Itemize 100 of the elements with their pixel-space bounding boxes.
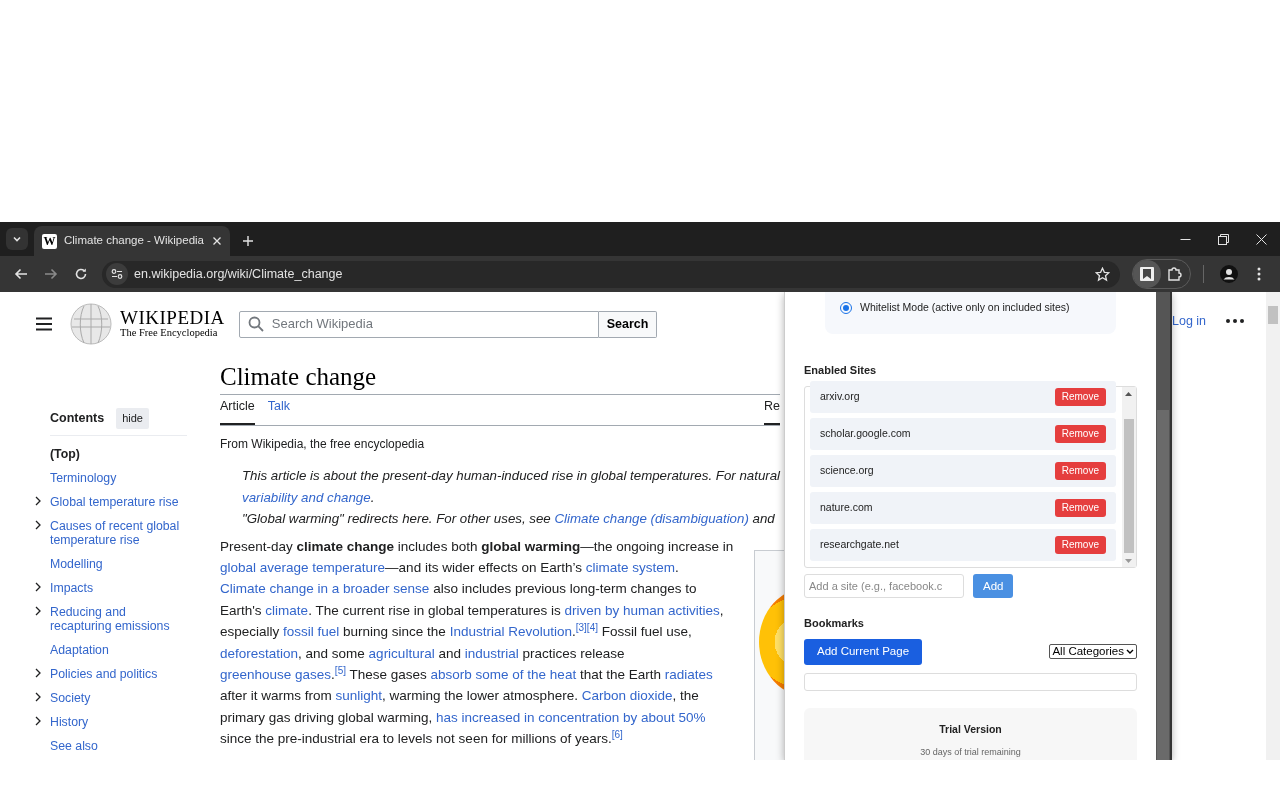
scrollbar[interactable] — [1266, 292, 1280, 760]
toc-link[interactable]: Modelling — [50, 556, 187, 571]
search-button[interactable]: Search — [598, 310, 658, 338]
text-link[interactable]: driven by human activities — [564, 602, 720, 618]
toc-link[interactable]: Impacts — [50, 580, 187, 595]
chevron-right-icon[interactable] — [35, 715, 41, 726]
remove-button[interactable]: Remove — [1054, 536, 1106, 555]
text-link[interactable]: Industrial Revolution — [449, 624, 572, 640]
bookmark-extension-icon[interactable] — [1139, 266, 1155, 282]
hatnote-text: This article is about the present-day human-induced rise in global temperatures. For natural — [241, 467, 780, 485]
chevron-down-icon — [1126, 648, 1134, 655]
category-select[interactable]: All Categories — [1049, 644, 1137, 660]
wordmark: WIKIPEDIA — [120, 308, 225, 328]
chevron-right-icon[interactable] — [35, 581, 41, 592]
chevron-down-icon — [12, 234, 22, 244]
reference-link[interactable]: [3] — [575, 622, 587, 634]
toc-link[interactable]: Policies and politics — [50, 666, 187, 681]
text-link[interactable]: global average temperature — [220, 559, 386, 575]
article-title: Climate change — [220, 358, 780, 395]
chevron-right-icon[interactable] — [35, 605, 41, 616]
article-tab[interactable]: Re — [764, 397, 780, 425]
text-link[interactable]: radiates — [664, 666, 713, 682]
hatnote-text: variability and change. — [241, 488, 376, 507]
toc-link[interactable]: Global temperature rise — [50, 494, 187, 509]
chevron-right-icon[interactable] — [35, 495, 41, 506]
puzzle-piece-icon[interactable] — [1166, 266, 1182, 282]
new-tab-icon[interactable] — [242, 235, 254, 247]
scroll-up-icon[interactable] — [1125, 392, 1132, 397]
browser-tab[interactable]: W Climate change - Wikipedia — [34, 226, 230, 256]
text-link[interactable]: Climate change in a broader sense — [220, 581, 430, 597]
search-icon — [247, 316, 264, 332]
scrollbar[interactable] — [1122, 387, 1136, 568]
section-heading: Bookmarks — [804, 616, 865, 632]
reference-link[interactable]: [6] — [611, 729, 623, 741]
tagline-text: The Free Encyclopedia — [120, 327, 219, 340]
close-icon[interactable] — [212, 236, 222, 246]
chevron-right-icon[interactable] — [35, 691, 41, 702]
profile-avatar-icon[interactable] — [1220, 265, 1238, 283]
toc-link[interactable]: Terminology — [50, 470, 187, 485]
more-options-icon[interactable] — [1226, 319, 1245, 324]
text-link[interactable]: Climate change (disambiguation) — [554, 511, 749, 526]
section-heading: Enabled Sites — [804, 362, 878, 378]
article-paragraph: Present-day climate change includes both global warming—the ongoing increase in global average temperature—and its wider effects on Earth’s climate system. Climate change in a broader sense also includes previous long-term changes to Earth's climate. The current rise in global temperatures is driven by human activities, especially fossil fuel burning since the Industrial Revolution.$^{[3]}$$^{[4]}$ Fossil fuel use, deforestation, and some agricultural and industrial practices release greenhouse gases.$^{[5]}$ These gases absorb some of the heat that the Earth radiates after it warms from sunlight, warming the lower atmosphere. Carbon dioxide, the primary gas driving global warming, has increased in concentration by about 50% since the pre-industrial era to levels not seen for millions of years.$^{[6]}$ — [220, 537, 734, 749]
text-link[interactable]: has increased in concentration by about 50% — [436, 709, 706, 725]
trial-title: Trial Version — [938, 721, 1003, 737]
remove-button[interactable]: Remove — [1054, 499, 1106, 518]
text-link[interactable]: variability and change — [242, 489, 371, 505]
text-link[interactable]: absorb some of the heat — [430, 666, 577, 682]
toc-link[interactable]: (Top) — [50, 446, 187, 461]
more-options-icon[interactable] — [1257, 266, 1261, 282]
text-link[interactable]: climate — [265, 602, 309, 618]
chevron-right-icon[interactable] — [35, 667, 41, 678]
search-field[interactable]: Search Wikipedia — [238, 310, 599, 338]
article-tab[interactable]: Article — [220, 397, 255, 425]
favicon-icon: W — [42, 233, 57, 249]
site-domain: researchgate.net — [820, 537, 899, 553]
toc-link[interactable]: Causes of recent global temperature rise — [50, 518, 187, 547]
remove-button[interactable]: Remove — [1054, 425, 1106, 444]
site-domain: scholar.google.com — [820, 426, 911, 442]
contents-heading: Contents — [50, 409, 105, 427]
text-link[interactable]: climate system — [585, 559, 675, 575]
remove-button[interactable]: Remove — [1054, 462, 1106, 481]
text-link[interactable]: agricultural — [368, 645, 435, 661]
globe-logo-icon — [70, 303, 112, 345]
forward-arrow-icon[interactable] — [43, 266, 59, 282]
star-icon[interactable] — [1095, 266, 1110, 282]
text-link[interactable]: fossil fuel — [283, 624, 340, 640]
restore-icon[interactable] — [1217, 233, 1229, 245]
tab-list-button[interactable] — [6, 228, 28, 250]
from-wikipedia-text: From Wikipedia, the free encyclopedia — [220, 436, 426, 453]
reference-link[interactable]: [5] — [334, 664, 346, 676]
chevron-right-icon[interactable] — [35, 519, 41, 530]
address-bar[interactable]: en.wikipedia.org/wiki/Climate_change — [102, 260, 1120, 288]
radio-label[interactable]: Whitelist Mode (active only on included sites) — [860, 300, 1070, 316]
search-field[interactable] — [804, 672, 1137, 691]
toc-link[interactable]: Reducing and recapturing emissions — [50, 604, 187, 633]
add-current-page-button[interactable]: Add Current Page — [804, 638, 923, 665]
login-link[interactable]: Log in — [1172, 312, 1207, 331]
site-settings-icon[interactable] — [111, 268, 123, 280]
back-arrow-icon[interactable] — [13, 266, 29, 282]
site-input-field[interactable]: Add a site (e.g., facebook.c — [804, 574, 964, 599]
trial-remaining-text: 30 days of trial remaining — [919, 745, 1022, 759]
toc-link[interactable]: Society — [50, 690, 187, 705]
menu-icon[interactable] — [36, 317, 52, 331]
remove-button[interactable]: Remove — [1054, 388, 1106, 407]
add-button[interactable]: Add — [973, 574, 1014, 599]
hide-button[interactable]: hide — [116, 408, 149, 429]
toc-link[interactable]: See also — [50, 738, 187, 753]
site-domain: science.org — [820, 463, 874, 479]
reload-icon[interactable] — [73, 266, 89, 282]
toc-link[interactable]: History — [50, 714, 187, 729]
site-domain: nature.com — [820, 500, 873, 516]
toc-link[interactable]: Adaptation — [50, 642, 187, 657]
close-icon[interactable] — [1255, 233, 1267, 245]
text-link[interactable]: industrial — [464, 645, 519, 661]
article-tab[interactable]: Talk — [267, 397, 290, 425]
site-domain: arxiv.org — [820, 389, 860, 405]
scrollbar[interactable] — [1156, 292, 1170, 760]
text-link[interactable]: deforestation — [220, 645, 299, 661]
hatnote-text: "Global warming" redirects here. For other uses, see Climate change (disambiguation) and — [241, 510, 776, 528]
